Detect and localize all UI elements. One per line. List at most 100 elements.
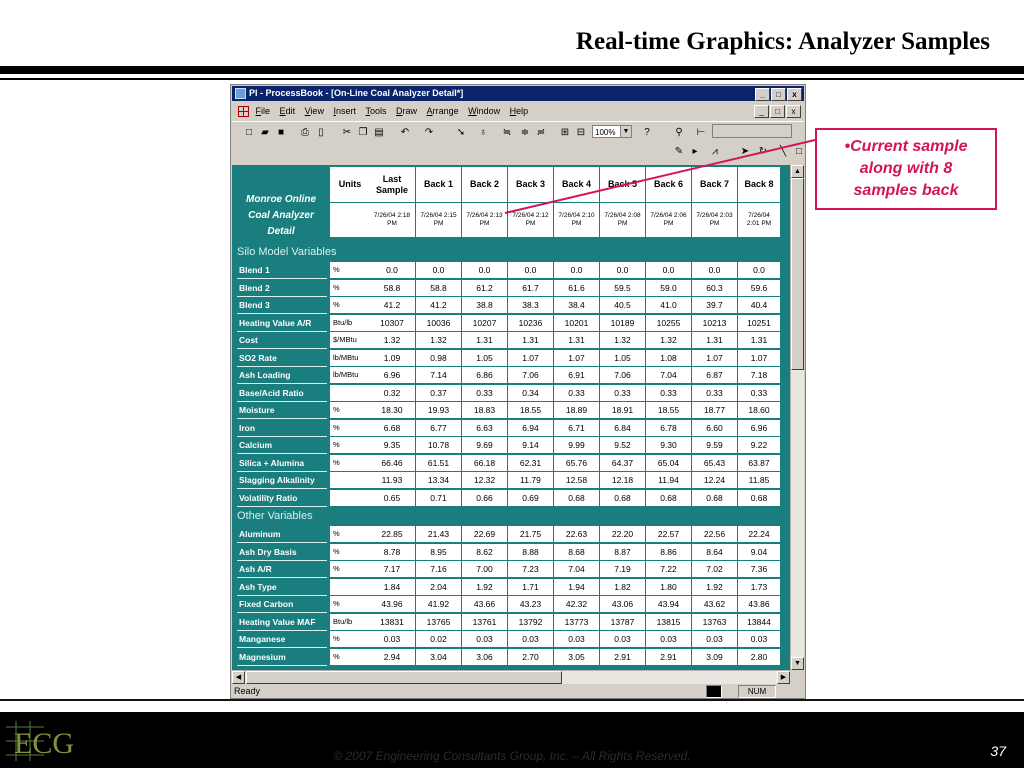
open-icon[interactable]: ▰	[258, 127, 272, 139]
document-icon[interactable]	[238, 106, 249, 118]
run-mode-icon[interactable]: ▸	[688, 146, 702, 158]
value-cell: 13787	[600, 613, 645, 630]
horizontal-scrollbar[interactable]: ◀ ▶	[232, 670, 790, 684]
value-cell: 1.32	[416, 332, 461, 348]
value-cell: 0.69	[508, 489, 553, 506]
unit-cell	[330, 384, 370, 401]
doc-close-button[interactable]: x	[786, 105, 801, 118]
slide-title: Real-time Graphics: Analyzer Samples	[575, 28, 990, 55]
scroll-up-icon[interactable]: ▲	[791, 165, 804, 178]
column-timestamp: 7/26/04 2:12 PM	[508, 203, 553, 237]
close-button[interactable]: x	[787, 88, 802, 101]
menu-tools[interactable]: Tools	[366, 103, 387, 119]
value-cell: 43.96	[369, 596, 415, 612]
line-tool-icon[interactable]: ╲	[776, 146, 790, 158]
callout-text: •Current sample	[844, 138, 968, 155]
status-text: Ready	[234, 686, 261, 696]
value-cell: 0.0	[416, 262, 461, 278]
scroll-down-icon[interactable]: ▼	[791, 657, 804, 670]
value-cell: 41.2	[416, 297, 461, 313]
menu-window[interactable]: Window	[468, 103, 500, 119]
select-arrow-icon[interactable]: ➤	[738, 146, 752, 158]
align-tool-icon[interactable]: ≑	[518, 127, 532, 139]
help-icon[interactable]: ?	[640, 127, 654, 139]
value-cell: 0.65	[369, 489, 415, 506]
doc-minimize-button[interactable]: _	[754, 105, 769, 118]
tag-icon[interactable]: ⚲	[672, 127, 686, 139]
row-label: Ash Type	[237, 579, 327, 596]
value-cell: 0.0	[738, 262, 780, 278]
new-icon[interactable]: □	[242, 127, 256, 139]
frame-icon[interactable]: ⊟	[574, 127, 588, 139]
row-label: Magnesium	[237, 649, 327, 666]
save-icon[interactable]: ■	[274, 127, 288, 139]
trend-tool-icon[interactable]: ≒	[500, 127, 514, 139]
column-header: Back 2	[462, 167, 507, 202]
vertical-scrollbar[interactable]: ▲ ▼	[790, 165, 804, 670]
minimize-button[interactable]: _	[755, 88, 770, 101]
paste-icon[interactable]: ▤	[372, 127, 386, 139]
menu-edit[interactable]: Edit	[280, 103, 296, 119]
maximize-button[interactable]: □	[771, 88, 786, 101]
value-cell: 1.84	[369, 578, 415, 595]
value-cell: 1.08	[646, 349, 691, 366]
build-mode-icon[interactable]: ✎	[672, 146, 686, 158]
scroll-left-icon[interactable]: ◀	[232, 671, 245, 684]
toolbar-scroll[interactable]	[712, 124, 792, 138]
value-cell: 65.76	[554, 454, 599, 471]
unit-cell: %	[330, 648, 370, 665]
value-cell: 61.2	[462, 279, 507, 296]
column-timestamp: 7/26/04 2:01 PM	[738, 203, 780, 237]
print-icon[interactable]: ⎙	[298, 127, 312, 139]
undo-icon[interactable]: ↶	[398, 127, 412, 139]
distribute-tool-icon[interactable]: ≓	[534, 127, 548, 139]
value-cell: 9.59	[692, 437, 737, 453]
value-cell: 6.94	[508, 419, 553, 436]
scroll-thumb[interactable]	[791, 178, 804, 370]
window-titlebar[interactable]: PI - ProcessBook - [On-Line Coal Analyze…	[232, 86, 804, 101]
value-cell: 9.35	[369, 437, 415, 453]
print-preview-icon[interactable]: ▯	[314, 127, 328, 139]
row-label: Ash Dry Basis	[237, 544, 327, 561]
value-cell: 41.2	[369, 297, 415, 313]
scroll-right-icon[interactable]: ▶	[777, 671, 790, 684]
copy-icon[interactable]: ❐	[356, 127, 370, 139]
value-cell: 9.14	[508, 437, 553, 453]
rectangle-tool-icon[interactable]: □	[792, 146, 805, 158]
menu-arrange[interactable]: Arrange	[427, 103, 459, 119]
value-cell: 7.18	[738, 367, 780, 383]
menu-insert[interactable]: Insert	[333, 103, 356, 119]
binoculars-icon[interactable]: ♁	[476, 127, 490, 139]
grid-icon[interactable]: ⊞	[558, 127, 572, 139]
doc-restore-button[interactable]: □	[770, 105, 785, 118]
value-cell: 0.33	[692, 384, 737, 401]
ruler-icon[interactable]: ⊢	[694, 127, 708, 139]
value-cell: 10.78	[416, 437, 461, 453]
chart-icon[interactable]: ⩘	[708, 146, 722, 158]
copyright-text: © 2007 Engineering Consultants Group, In…	[333, 749, 691, 763]
row-label: Slagging Alkalinity	[237, 472, 327, 489]
rotate-icon[interactable]: ↻	[756, 146, 770, 158]
value-cell: 22.63	[554, 526, 599, 542]
value-cell: 18.55	[646, 402, 691, 418]
cut-icon[interactable]: ✂	[340, 127, 354, 139]
menu-draw[interactable]: Draw	[396, 103, 417, 119]
redo-icon[interactable]: ↷	[422, 127, 436, 139]
column-header: Back 8	[738, 167, 780, 202]
value-cell: 12.32	[462, 472, 507, 488]
value-cell: 10036	[416, 314, 461, 331]
value-cell: 13844	[738, 613, 780, 630]
value-cell: 0.0	[462, 262, 507, 278]
menu-file[interactable]: File	[256, 103, 271, 119]
row-label: Cost	[237, 332, 327, 349]
menu-view[interactable]: View	[305, 103, 324, 119]
h-scroll-thumb[interactable]	[246, 671, 562, 684]
pointer-tool-icon[interactable]: ➘	[454, 127, 468, 139]
zoom-select[interactable]: 100% ▼	[592, 125, 632, 138]
menu-help[interactable]: Help	[510, 103, 529, 119]
value-cell: 11.94	[646, 472, 691, 488]
value-cell: 7.06	[600, 367, 645, 383]
value-cell: 0.68	[554, 489, 599, 506]
value-cell: 22.20	[600, 526, 645, 542]
chevron-down-icon[interactable]: ▼	[620, 126, 631, 137]
